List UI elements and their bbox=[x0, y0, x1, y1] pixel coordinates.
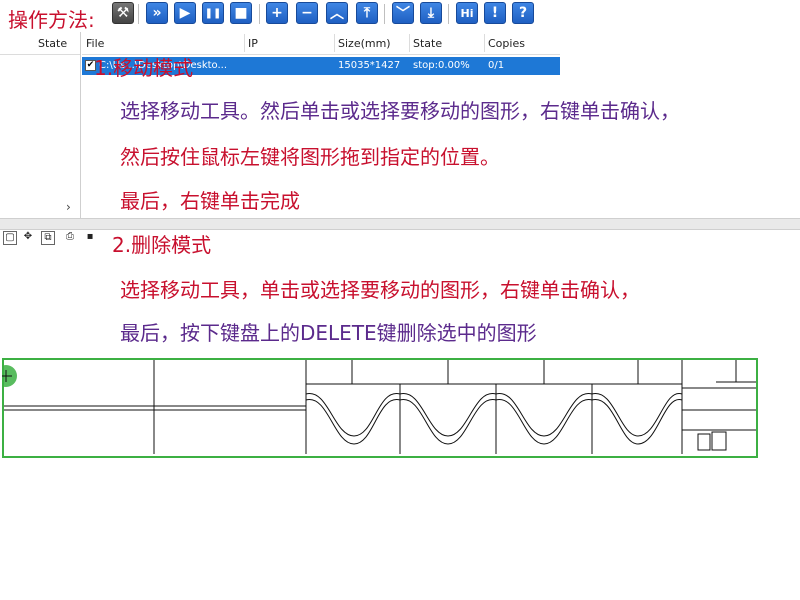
left-panel-header: State bbox=[0, 32, 80, 55]
column-separator[interactable] bbox=[409, 34, 410, 52]
play-icon[interactable]: ▶ bbox=[174, 2, 196, 24]
mode1-line3: 最后，右键单击完成 bbox=[120, 189, 300, 213]
left-panel: State › bbox=[0, 32, 81, 218]
column-header-file[interactable]: File bbox=[86, 37, 104, 50]
fast-forward-icon[interactable]: » bbox=[146, 2, 168, 24]
mode1-line1: 选择移动工具。然后单击或选择要移动的图形，右键单击确认， bbox=[120, 99, 680, 123]
toolbar-separator bbox=[384, 4, 385, 24]
mode1-title: 1.移动模式 bbox=[94, 56, 194, 80]
column-header-size[interactable]: Size(mm) bbox=[338, 37, 391, 50]
column-header-ip[interactable]: IP bbox=[248, 37, 258, 50]
up-icon[interactable]: ︿ bbox=[326, 2, 348, 24]
column-separator[interactable] bbox=[484, 34, 485, 52]
stop-icon[interactable]: ■ bbox=[230, 2, 252, 24]
save-icon[interactable]: ▪ bbox=[83, 231, 97, 245]
scroll-right-icon[interactable]: › bbox=[66, 200, 71, 214]
layout-shapes bbox=[4, 360, 756, 454]
column-separator[interactable] bbox=[244, 34, 245, 52]
minus-icon[interactable]: − bbox=[296, 2, 318, 24]
mode2-line2: 最后，按下键盘上的DELETE键删除选中的图形 bbox=[120, 321, 537, 345]
toolbar-separator bbox=[138, 4, 139, 24]
main-toolbar: ⚒ » ▶ ❚❚ ■ + − ︿ ⤒ ﹀ ⤓ Hi ! ? bbox=[0, 0, 800, 32]
top-icon[interactable]: ⤒ bbox=[356, 2, 378, 24]
preview-icon[interactable]: ⎙ bbox=[63, 231, 77, 245]
mode2-title: 2.删除模式 bbox=[112, 233, 212, 257]
down-icon[interactable]: ﹀ bbox=[392, 2, 414, 24]
mode1-line2: 然后按住鼠标左键将图形拖到指定的位置。 bbox=[120, 145, 500, 169]
cutting-layout-canvas[interactable] bbox=[2, 358, 758, 458]
row-copies: 0/1 bbox=[488, 60, 505, 71]
toolbar-separator bbox=[259, 4, 260, 24]
row-size: 15035*1427 bbox=[338, 60, 401, 71]
select-icon[interactable]: ▢ bbox=[3, 231, 17, 245]
alert-icon[interactable]: ! bbox=[484, 2, 506, 24]
method-title: 操作方法: bbox=[8, 8, 95, 32]
pause-icon[interactable]: ❚❚ bbox=[202, 2, 224, 24]
hi-icon[interactable]: Hi bbox=[456, 2, 478, 24]
column-header-state[interactable]: State bbox=[413, 37, 442, 50]
column-separator[interactable] bbox=[334, 34, 335, 52]
mode2-line1: 选择移动工具，单击或选择要移动的图形，右键单击确认， bbox=[120, 278, 640, 302]
help-icon[interactable]: ? bbox=[512, 2, 534, 24]
bottom-icon[interactable]: ⤓ bbox=[420, 2, 442, 24]
copy-icon[interactable]: ⧉ bbox=[41, 231, 55, 245]
column-header-copies[interactable]: Copies bbox=[488, 37, 525, 50]
canvas-toolbar: ▢ ✥ ⧉ ⎙ ▪ bbox=[0, 229, 120, 249]
row-state: stop:0.00% bbox=[413, 60, 470, 71]
left-state-header[interactable]: State bbox=[38, 37, 67, 50]
move-icon[interactable]: ✥ bbox=[21, 231, 35, 245]
tools-icon[interactable]: ⚒ bbox=[112, 2, 134, 24]
plus-icon[interactable]: + bbox=[266, 2, 288, 24]
toolbar-separator bbox=[448, 4, 449, 24]
